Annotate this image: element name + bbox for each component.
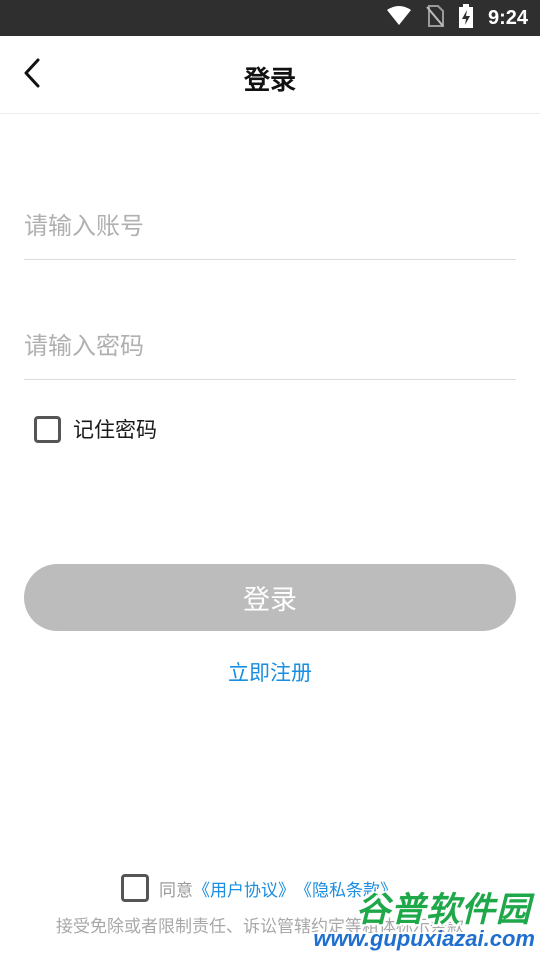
agreement-prefix: 同意 — [159, 880, 193, 901]
status-bar: 9:24 — [0, 0, 540, 36]
battery-charging-icon — [458, 4, 474, 32]
remember-password-label: 记住密码 — [73, 418, 157, 442]
app-header: 登录 — [0, 36, 540, 114]
watermark-url: www.gupuxiazai.com — [313, 926, 535, 951]
agreement-checkbox[interactable] — [121, 874, 149, 902]
remember-password-checkbox[interactable] — [34, 415, 61, 443]
login-button[interactable]: 登录 — [24, 564, 516, 631]
watermark: 谷普软件园 www.gupuxiazai.com — [293, 882, 537, 954]
register-link[interactable]: 立即注册 — [0, 657, 540, 687]
status-time: 9:24 — [487, 6, 528, 29]
remember-password-toggle[interactable]: 记住密码 — [34, 414, 157, 444]
account-input[interactable] — [24, 206, 516, 246]
no-sim-icon — [426, 5, 444, 31]
page-title: 登录 — [243, 66, 296, 96]
user-agreement-link[interactable]: 《用户协议》 — [193, 876, 295, 901]
status-icons: 9:24 — [386, 0, 528, 36]
account-field-container — [24, 190, 516, 260]
password-field-container — [24, 310, 516, 380]
watermark-title: 谷普软件园 — [356, 890, 531, 930]
password-input[interactable] — [24, 326, 516, 366]
wifi-icon — [386, 6, 412, 30]
